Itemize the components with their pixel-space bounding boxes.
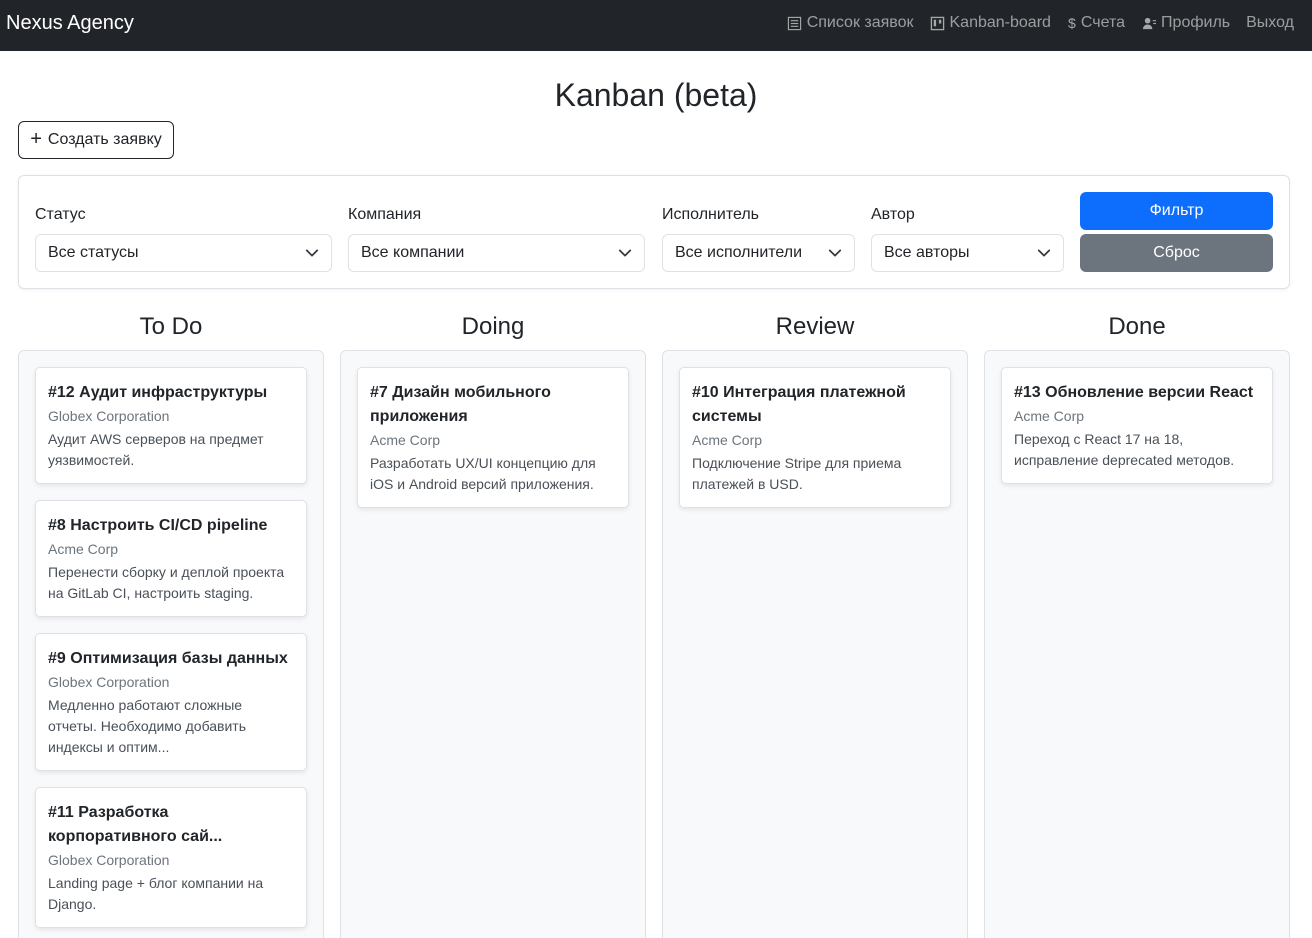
task-description: Подключение Stripe для приема платежей в… [692, 455, 902, 492]
author-select[interactable]: Все авторы [871, 234, 1064, 272]
task-title: #10 Интеграция платежной системы [692, 384, 906, 425]
task-company: Globex Corporation [48, 408, 170, 424]
task-title: #11 Разработка корпоративного сай... [48, 804, 223, 845]
chevron-down-icon [305, 249, 319, 257]
company-filter-label: Компания [348, 206, 422, 223]
kanban-icon [930, 15, 946, 31]
task-description: Разработать UX/UI концепцию для iOS и An… [370, 455, 596, 492]
task-company: Acme Corp [692, 432, 763, 448]
user-icon [1141, 15, 1157, 31]
nav-link-label: Счета [1080, 14, 1126, 31]
nav-link-invoices[interactable]: $ Счета [1067, 14, 1125, 32]
task-description: Медленно работают сложные отчеты. Необхо… [48, 697, 247, 755]
nav-link-label: Список заявок [806, 14, 914, 31]
task-company: Globex Corporation [48, 674, 170, 690]
task-title: #9 Оптимизация базы данных [48, 650, 288, 667]
filter-panel: Статус Все статусы Компания Все компании… [18, 175, 1290, 289]
company-select[interactable]: Все компании [348, 234, 645, 272]
column-title-doing: Doing [461, 313, 525, 340]
brand-link[interactable]: Nexus Agency [6, 12, 134, 35]
create-request-button[interactable]: + Создать заявку [18, 121, 174, 159]
plus-icon: + [30, 128, 42, 150]
nav-link-logout[interactable]: Выход [1246, 14, 1294, 32]
task-description: Landing page + блог компании на Django. [48, 875, 264, 912]
nav-link-requests[interactable]: Список заявок [787, 14, 914, 32]
task-card[interactable]: #8 Настроить CI/CD pipeline Acme Corp Пе… [35, 500, 307, 617]
task-title: #12 Аудит инфраструктуры [48, 384, 268, 401]
column-todo: #12 Аудит инфраструктуры Globex Corporat… [18, 350, 324, 938]
status-filter-label: Статус [35, 206, 86, 223]
dollar-icon: $ [1068, 15, 1076, 31]
chevron-down-icon [828, 249, 842, 257]
task-title: #13 Обновление версии React [1014, 384, 1254, 401]
filter-button[interactable]: Фильтр [1080, 192, 1273, 230]
column-title-done: Done [1108, 313, 1166, 340]
task-company: Globex Corporation [48, 852, 170, 868]
task-title: #8 Настроить CI/CD pipeline [48, 517, 268, 534]
chevron-down-icon [1037, 249, 1051, 257]
navbar: Nexus Agency Список заявок Kanban-board … [0, 0, 1312, 51]
task-description: Перенести сборку и деплой проекта на Git… [48, 564, 285, 601]
column-review: #10 Интеграция платежной системы Acme Co… [662, 350, 968, 938]
task-company: Acme Corp [48, 541, 119, 557]
task-company: Acme Corp [370, 432, 441, 448]
assignee-select[interactable]: Все исполнители [662, 234, 855, 272]
task-card[interactable]: #13 Обновление версии React Acme Corp Пе… [1001, 367, 1273, 484]
create-request-label: Создать заявку [47, 131, 162, 148]
task-card[interactable]: #11 Разработка корпоративного сай... Glo… [35, 787, 307, 928]
status-select-value: Все статусы [48, 244, 139, 261]
task-company: Acme Corp [1014, 408, 1085, 424]
chevron-down-icon [618, 249, 632, 257]
nav-link-profile[interactable]: Профиль [1141, 14, 1230, 32]
column-done: #13 Обновление версии React Acme Corp Пе… [984, 350, 1290, 938]
task-card[interactable]: #10 Интеграция платежной системы Acme Co… [679, 367, 951, 508]
status-select[interactable]: Все статусы [35, 234, 332, 272]
company-select-value: Все компании [361, 244, 465, 261]
nav-links: Список заявок Kanban-board $ Счета Профи… [787, 14, 1294, 32]
page-title: Kanban (beta) [554, 77, 758, 113]
column-title-review: Review [775, 313, 855, 340]
nav-link-label: Выход [1246, 14, 1294, 31]
reset-button[interactable]: Сброс [1080, 234, 1273, 272]
task-description: Переход с React 17 на 18, исправление de… [1014, 431, 1235, 468]
column-doing: #7 Дизайн мобильного приложения Acme Cor… [340, 350, 646, 938]
task-title: #7 Дизайн мобильного приложения [370, 384, 551, 425]
assignee-filter-label: Исполнитель [662, 206, 760, 223]
task-card[interactable]: #9 Оптимизация базы данных Globex Corpor… [35, 633, 307, 771]
task-card[interactable]: #12 Аудит инфраструктуры Globex Corporat… [35, 367, 307, 484]
list-icon [787, 15, 803, 31]
author-filter-label: Автор [871, 206, 915, 223]
nav-link-kanban[interactable]: Kanban-board [930, 14, 1051, 32]
column-title-todo: To Do [139, 313, 203, 340]
task-description: Аудит AWS серверов на предмет уязвимосте… [48, 431, 264, 468]
author-select-value: Все авторы [884, 244, 970, 261]
nav-link-label: Kanban-board [949, 14, 1051, 31]
task-card[interactable]: #7 Дизайн мобильного приложения Acme Cor… [357, 367, 629, 508]
nav-link-label: Профиль [1161, 14, 1231, 31]
assignee-select-value: Все исполнители [675, 244, 803, 261]
